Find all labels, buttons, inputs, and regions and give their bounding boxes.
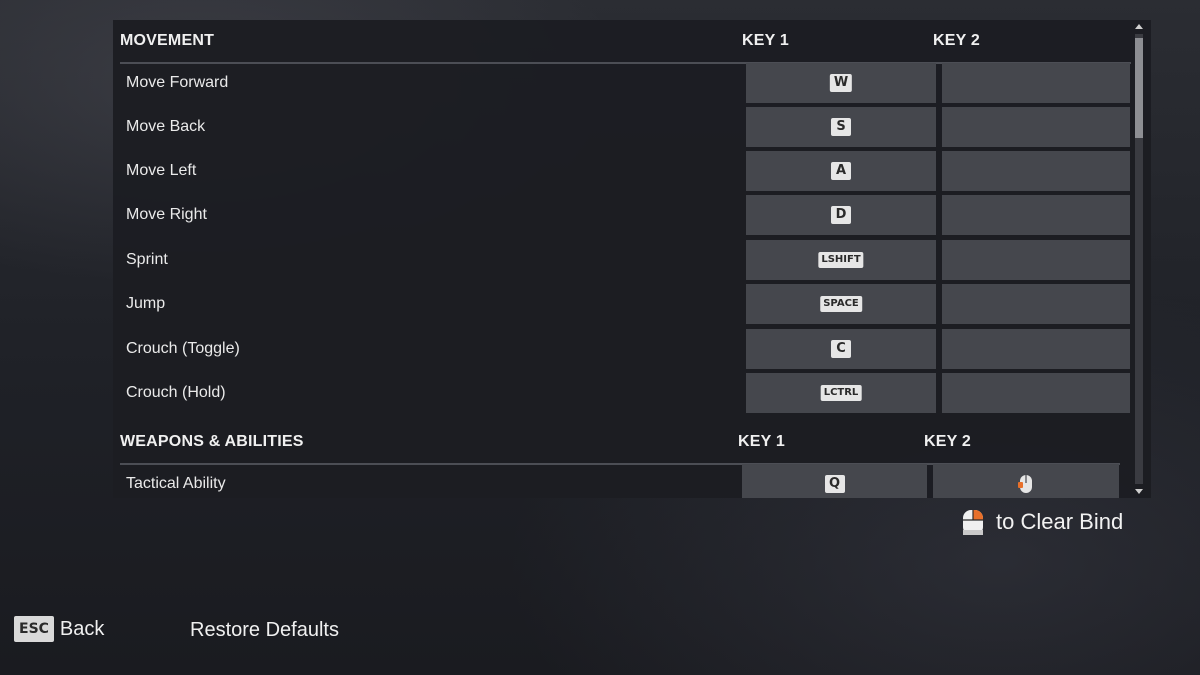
keycap: LCTRL xyxy=(820,385,862,401)
key1-slot[interactable]: W xyxy=(746,63,936,103)
key1-slot[interactable]: C xyxy=(746,329,936,369)
column-header-key2: KEY 2 xyxy=(933,32,980,49)
section-title: WEAPONS & ABILITIES xyxy=(120,433,304,450)
binding-label: Tactical Ability xyxy=(126,475,226,492)
binding-row-jump: Jump SPACE xyxy=(120,284,1131,324)
key2-slot[interactable] xyxy=(942,107,1130,147)
scrollbar[interactable] xyxy=(1133,22,1145,496)
section-header-movement: MOVEMENT KEY 1 KEY 2 xyxy=(113,20,1131,64)
scroll-track[interactable] xyxy=(1135,34,1143,484)
key2-slot[interactable] xyxy=(942,151,1130,191)
key1-slot[interactable]: LCTRL xyxy=(746,373,936,413)
keycap: D xyxy=(831,206,851,224)
keycap: SPACE xyxy=(820,296,862,312)
keycap: Q xyxy=(824,475,845,493)
binding-row-move-right: Move Right D xyxy=(120,195,1131,235)
mouse-right-click-icon xyxy=(963,510,983,535)
keybind-panel: MOVEMENT KEY 1 KEY 2 Move Forward W Move… xyxy=(113,20,1151,498)
back-label: Back xyxy=(59,617,105,640)
column-header-key1: KEY 1 xyxy=(738,433,785,450)
column-header-key1: KEY 1 xyxy=(742,32,789,49)
key1-slot[interactable]: LSHIFT xyxy=(746,240,936,280)
key2-slot[interactable] xyxy=(942,240,1130,280)
clear-bind-hint: to Clear Bind xyxy=(958,506,1123,538)
key2-slot[interactable] xyxy=(942,284,1130,324)
column-header-key2: KEY 2 xyxy=(924,433,971,450)
restore-defaults-button[interactable]: Restore Defaults xyxy=(190,619,339,642)
binding-label: Move Back xyxy=(126,118,206,135)
binding-row-crouch-hold: Crouch (Hold) LCTRL xyxy=(120,373,1131,413)
key2-slot[interactable] xyxy=(942,195,1130,235)
binding-row-sprint: Sprint LSHIFT xyxy=(120,240,1131,280)
scroll-down-arrow-icon[interactable] xyxy=(1135,489,1143,494)
scroll-thumb[interactable] xyxy=(1135,38,1143,138)
key2-slot[interactable] xyxy=(933,464,1119,498)
keycap: A xyxy=(831,162,851,180)
binding-label: Move Right xyxy=(126,206,207,223)
binding-row-move-forward: Move Forward W xyxy=(120,63,1131,103)
binding-label: Crouch (Toggle) xyxy=(126,340,240,357)
binding-label: Crouch (Hold) xyxy=(126,384,226,401)
key1-slot[interactable]: Q xyxy=(742,464,927,498)
mouse-side-button-icon xyxy=(1018,475,1032,493)
back-button[interactable]: ESC Back xyxy=(14,616,104,642)
binding-row-crouch-toggle: Crouch (Toggle) C xyxy=(120,329,1131,369)
keycap: C xyxy=(831,340,851,358)
esc-keycap: ESC xyxy=(14,616,54,642)
keycap: S xyxy=(831,118,851,136)
key2-slot[interactable] xyxy=(942,329,1130,369)
binding-label: Sprint xyxy=(126,251,168,268)
binding-label: Move Left xyxy=(126,162,197,179)
section-title: MOVEMENT xyxy=(120,32,215,49)
clear-bind-text: to Clear Bind xyxy=(996,509,1124,534)
keycap: W xyxy=(829,74,853,92)
key1-slot[interactable]: A xyxy=(746,151,936,191)
scroll-up-arrow-icon[interactable] xyxy=(1135,24,1143,29)
key2-slot[interactable] xyxy=(942,63,1130,103)
binding-label: Jump xyxy=(126,295,166,312)
key1-slot[interactable]: D xyxy=(746,195,936,235)
key1-slot[interactable]: SPACE xyxy=(746,284,936,324)
section-header-weapons-abilities: WEAPONS & ABILITIES KEY 1 KEY 2 xyxy=(113,421,1120,465)
binding-row-move-left: Move Left A xyxy=(120,151,1131,191)
key1-slot[interactable]: S xyxy=(746,107,936,147)
keycap: LSHIFT xyxy=(818,252,864,268)
key2-slot[interactable] xyxy=(942,373,1130,413)
binding-row-move-back: Move Back S xyxy=(120,107,1131,147)
binding-row-tactical-ability: Tactical Ability Q xyxy=(120,464,1131,498)
binding-label: Move Forward xyxy=(126,74,229,91)
